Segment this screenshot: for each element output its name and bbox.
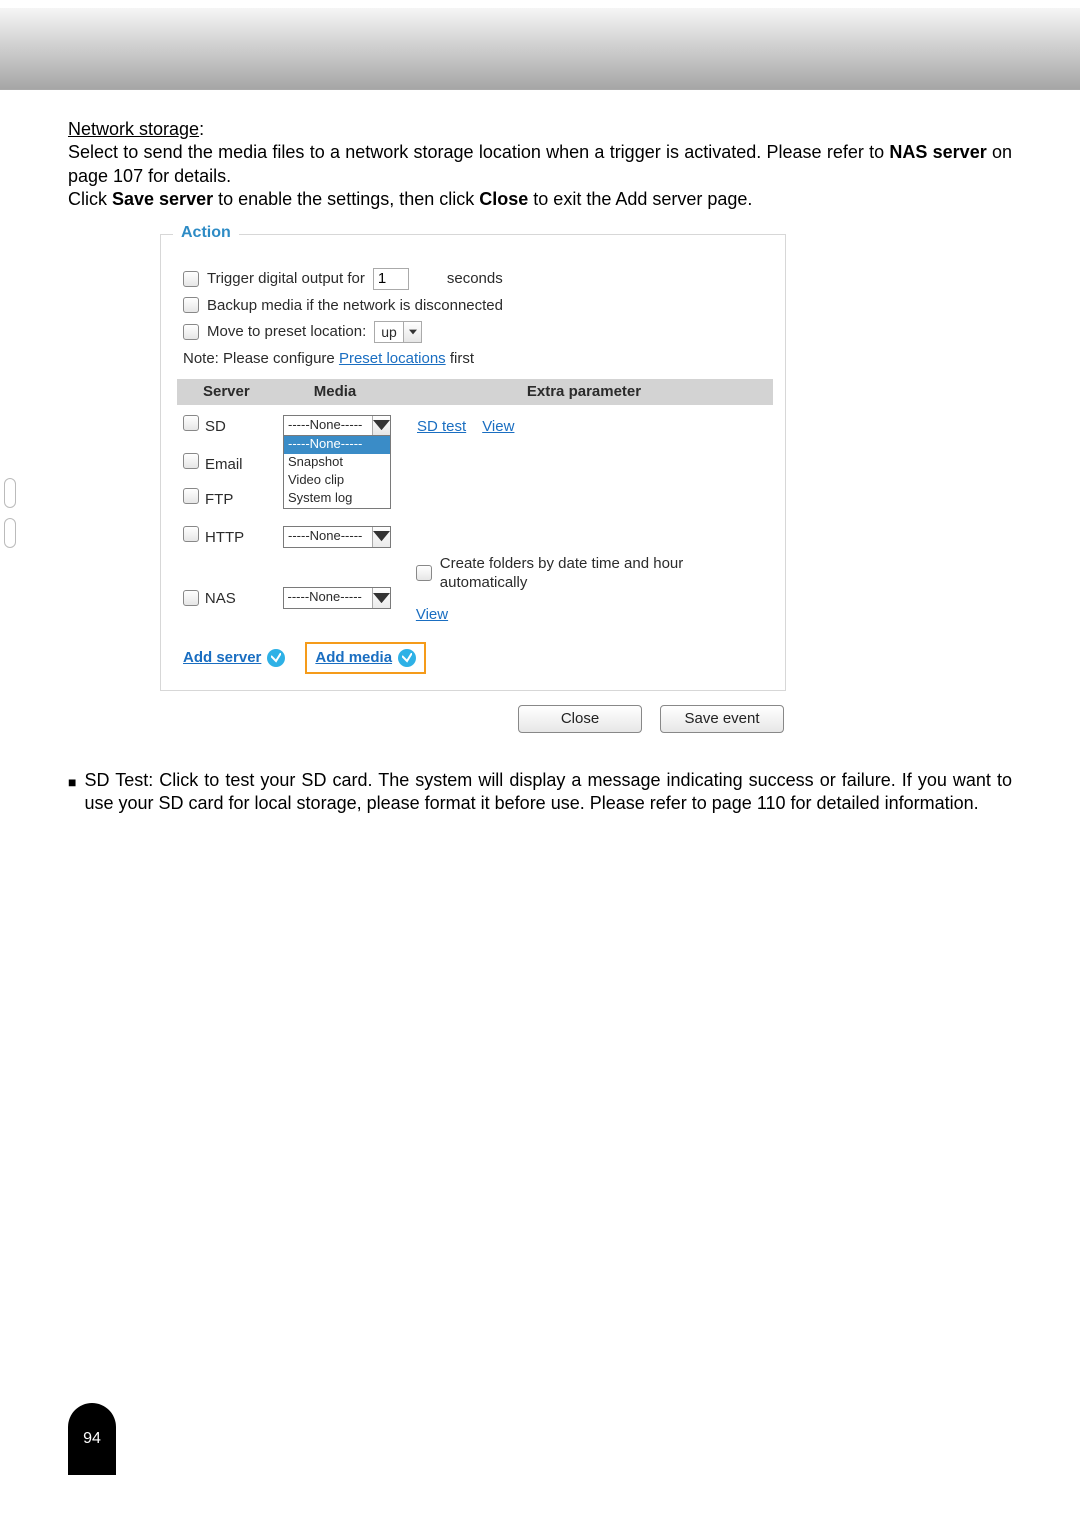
action-panel: Action Trigger digital output for second… — [160, 234, 786, 733]
paragraph-sd-test: ■ SD Test: Click to test your SD card. T… — [68, 769, 1012, 816]
save-event-button[interactable]: Save event — [660, 705, 784, 733]
label-email: Email — [205, 453, 277, 475]
checkbox-email[interactable] — [183, 453, 199, 469]
chevron-down-icon — [372, 527, 390, 547]
chevron-down-icon — [372, 588, 390, 608]
link-nas-view[interactable]: View — [416, 605, 773, 625]
label-sd: SD — [205, 415, 277, 437]
label-http: HTTP — [205, 526, 277, 548]
header-server: Server — [203, 382, 275, 402]
paragraph-intro-2: Click Save server to enable the settings… — [68, 188, 1012, 211]
header-media: Media — [275, 382, 395, 402]
page-header-gradient — [0, 0, 1080, 90]
header-extra: Extra parameter — [395, 382, 773, 402]
select-http-media[interactable]: -----None----- — [283, 526, 391, 548]
link-add-media[interactable]: Add media — [305, 642, 426, 674]
option-system-log[interactable]: System log — [284, 490, 390, 508]
page-binding-decoration — [0, 478, 22, 548]
link-add-server[interactable]: Add server — [183, 648, 285, 668]
paragraph-network-storage: Network storage: — [68, 118, 1012, 141]
table-header: Server Media Extra parameter — [177, 379, 773, 405]
select-nas-media[interactable]: -----None----- — [283, 587, 391, 609]
checkbox-backup-media[interactable] — [183, 297, 199, 313]
link-preset-locations[interactable]: Preset locations — [339, 350, 446, 367]
label-create-folders: Create folders by date time and hour aut… — [440, 554, 773, 593]
input-trigger-seconds[interactable] — [373, 268, 409, 290]
checkbox-trigger-output[interactable] — [183, 271, 199, 287]
chevron-down-icon — [372, 416, 390, 435]
option-video-clip[interactable]: Video clip — [284, 472, 390, 490]
close-button[interactable]: Close — [518, 705, 642, 733]
link-sd-view[interactable]: View — [482, 417, 514, 437]
checkbox-ftp[interactable] — [183, 488, 199, 504]
label-nas: NAS — [205, 587, 277, 609]
select-sd-media[interactable]: -----None----- -----None----- Snapshot V… — [283, 415, 391, 509]
heading-network-storage: Network storage — [68, 119, 199, 139]
fieldset-legend: Action — [173, 223, 239, 244]
checkbox-create-folders[interactable] — [416, 565, 432, 581]
label-trigger-output-b: seconds — [447, 269, 503, 289]
bullet-icon: ■ — [68, 773, 76, 816]
label-trigger-output-a: Trigger digital output for — [207, 269, 365, 289]
option-none[interactable]: -----None----- — [284, 436, 390, 454]
note-preset: Note: Please configure Preset locations … — [183, 349, 773, 369]
label-move-preset: Move to preset location: — [207, 322, 366, 342]
link-sd-test[interactable]: SD test — [417, 417, 466, 437]
checkbox-sd[interactable] — [183, 415, 199, 431]
checkbox-move-preset[interactable] — [183, 324, 199, 340]
checkbox-nas[interactable] — [183, 590, 199, 606]
select-preset-location[interactable]: up — [374, 321, 422, 343]
label-backup-media: Backup media if the network is disconnec… — [207, 296, 503, 316]
page-number: 94 — [68, 1403, 116, 1475]
chevron-down-icon — [403, 322, 421, 342]
plus-icon — [267, 649, 285, 667]
plus-icon — [398, 649, 416, 667]
label-ftp: FTP — [205, 488, 277, 510]
option-snapshot[interactable]: Snapshot — [284, 454, 390, 472]
paragraph-intro-1: Select to send the media files to a netw… — [68, 141, 1012, 188]
checkbox-http[interactable] — [183, 526, 199, 542]
